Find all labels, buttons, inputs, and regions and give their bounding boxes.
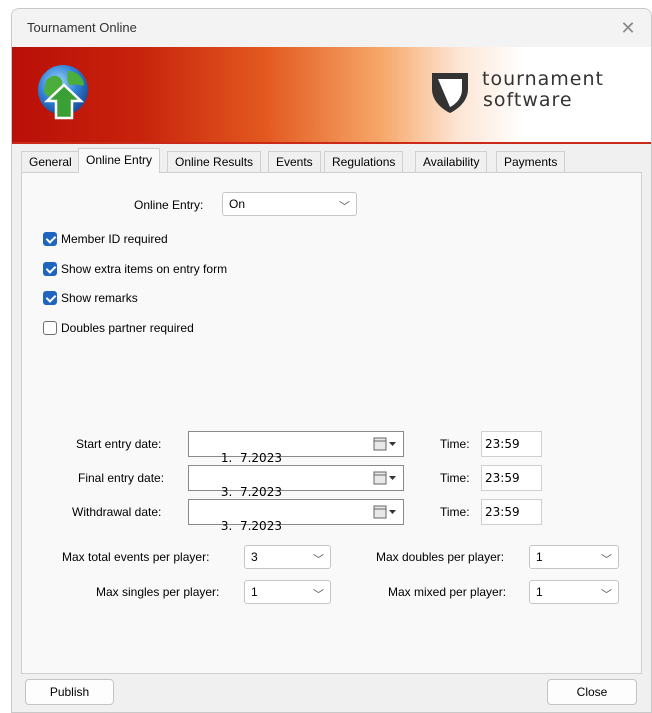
brand-banner: tournament software: [12, 47, 651, 144]
calendar-dropdown-icon[interactable]: [373, 505, 399, 519]
withdrawal-time-label: Time:: [440, 505, 470, 519]
brand-wordmark: tournament software: [482, 69, 604, 111]
tab-regulations[interactable]: Regulations: [324, 151, 404, 172]
chevron-down-icon: ﹀: [313, 589, 324, 601]
final-time-label: Time:: [440, 471, 470, 485]
max-doubles-label: Max doubles per player:: [376, 550, 505, 564]
doubles-partner-required-checkbox[interactable]: Doubles partner required: [43, 321, 194, 335]
publish-button[interactable]: Publish: [25, 679, 114, 705]
checkbox-unchecked-icon: [43, 321, 57, 335]
chevron-down-icon: ﹀: [601, 554, 612, 566]
brand-line-1: tournament: [482, 68, 604, 90]
withdrawal-date-picker[interactable]: 3. 7.2023: [188, 499, 404, 533]
max-mixed-label: Max mixed per player:: [388, 585, 507, 599]
shield-logo-icon: [432, 73, 468, 113]
tab-online-results[interactable]: Online Results: [167, 151, 262, 172]
tab-general[interactable]: General: [21, 151, 80, 172]
checkbox-label: Show remarks: [61, 291, 138, 305]
max-singles-label: Max singles per player:: [96, 585, 220, 599]
final-entry-date-label: Final entry date:: [78, 471, 165, 485]
checkbox-label: Doubles partner required: [61, 321, 194, 335]
checkbox-checked-icon: [43, 291, 57, 305]
calendar-dropdown-icon[interactable]: [373, 471, 399, 485]
online-entry-select[interactable]: On ﹀: [222, 192, 357, 216]
max-mixed-value: 1: [536, 585, 543, 599]
globe-upload-icon: [38, 65, 88, 120]
withdrawal-time-input[interactable]: 23:59: [481, 499, 542, 525]
checkbox-label: Member ID required: [61, 232, 168, 246]
member-id-required-checkbox[interactable]: Member ID required: [43, 232, 168, 246]
start-entry-date-label: Start entry date:: [76, 437, 162, 451]
start-entry-date-value: 1. 7.2023: [220, 451, 282, 465]
max-singles-select[interactable]: 1 ﹀: [244, 580, 331, 604]
final-entry-date-picker[interactable]: 3. 7.2023: [188, 465, 404, 499]
max-total-events-label: Max total events per player:: [62, 550, 210, 564]
chevron-down-icon: ﹀: [339, 201, 350, 213]
online-entry-panel: Online Entry: On ﹀ Member ID required Sh…: [21, 172, 642, 674]
show-extra-items-checkbox[interactable]: Show extra items on entry form: [43, 262, 227, 276]
tab-availability[interactable]: Availability: [415, 151, 488, 172]
tournament-online-dialog: Tournament Online ✕ tournament software: [11, 8, 652, 713]
title-bar: Tournament Online ✕: [12, 9, 651, 47]
withdrawal-date-value: 3. 7.2023: [220, 519, 282, 533]
chevron-down-icon: ﹀: [313, 554, 324, 566]
max-doubles-select[interactable]: 1 ﹀: [529, 545, 619, 569]
final-entry-date-value: 3. 7.2023: [220, 485, 282, 499]
tab-events[interactable]: Events: [268, 151, 321, 172]
max-total-events-value: 3: [251, 550, 258, 564]
calendar-dropdown-icon[interactable]: [373, 437, 399, 451]
final-time-input[interactable]: 23:59: [481, 465, 542, 491]
online-entry-value: On: [229, 197, 246, 211]
brand-line-2: software: [483, 89, 573, 111]
max-doubles-value: 1: [536, 550, 543, 564]
checkbox-label: Show extra items on entry form: [61, 262, 228, 276]
tab-online-entry[interactable]: Online Entry: [78, 148, 161, 173]
window-title: Tournament Online: [27, 20, 137, 35]
checkbox-checked-icon: [43, 232, 57, 246]
withdrawal-date-label: Withdrawal date:: [72, 505, 162, 519]
start-time-input[interactable]: 23:59: [481, 431, 542, 457]
tab-payments[interactable]: Payments: [496, 151, 566, 172]
max-total-events-select[interactable]: 3 ﹀: [244, 545, 331, 569]
close-icon[interactable]: ✕: [613, 14, 643, 42]
close-button[interactable]: Close: [547, 679, 637, 705]
chevron-down-icon: ﹀: [601, 589, 612, 601]
start-time-label: Time:: [440, 437, 470, 451]
max-singles-value: 1: [251, 585, 258, 599]
checkbox-checked-icon: [43, 262, 57, 276]
tab-strip: General Online Entry Online Results Even…: [21, 148, 651, 173]
max-mixed-select[interactable]: 1 ﹀: [529, 580, 619, 604]
online-entry-label: Online Entry:: [134, 198, 204, 212]
start-entry-date-picker[interactable]: 1. 7.2023: [188, 431, 404, 465]
show-remarks-checkbox[interactable]: Show remarks: [43, 291, 138, 305]
